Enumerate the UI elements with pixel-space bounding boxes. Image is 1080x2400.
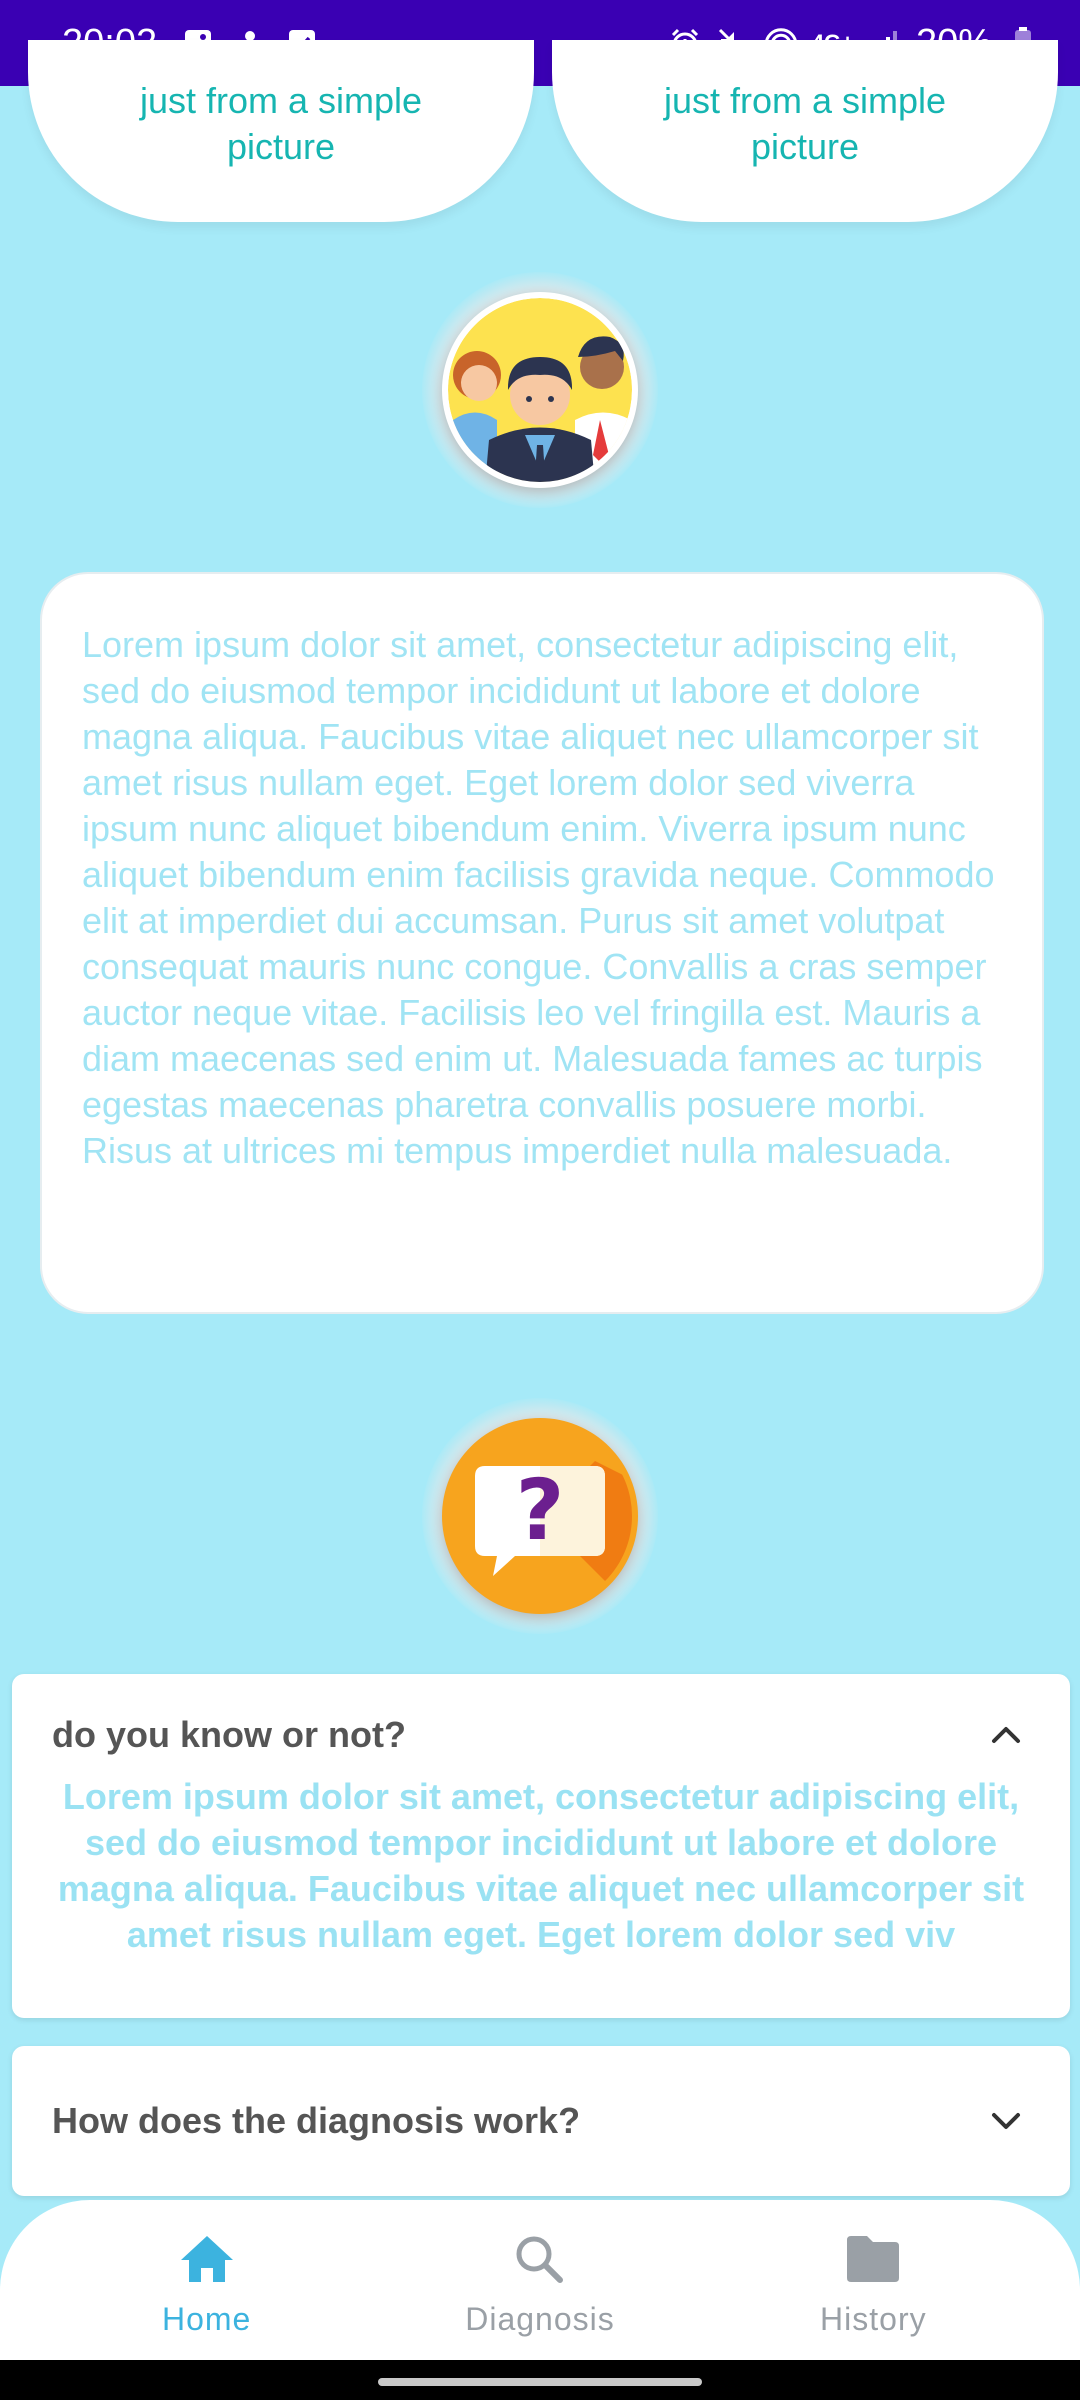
faq-question: do you know or not?	[52, 1714, 406, 1755]
chevron-down-icon[interactable]	[982, 2097, 1030, 2145]
about-paragraph: Lorem ipsum dolor sit amet, consectetur …	[82, 624, 995, 1171]
gesture-bar	[0, 2360, 1080, 2400]
feature-card-left: just from a simple picture	[28, 40, 534, 222]
search-icon	[510, 2232, 570, 2291]
faq-item-expanded[interactable]: do you know or not? Lorem ipsum dolor si…	[12, 1674, 1070, 2018]
feature-card-text-line1: just from a simple	[663, 80, 947, 121]
feature-card-text-line1: just from a simple	[139, 80, 423, 121]
feature-card-text-line2: picture	[226, 126, 336, 167]
bottom-navigation: Home Diagnosis History	[0, 2200, 1080, 2360]
svg-text:?: ?	[516, 1461, 565, 1559]
chevron-up-icon[interactable]	[982, 1711, 1030, 1759]
nav-item-diagnosis[interactable]: Diagnosis	[410, 2232, 670, 2338]
feature-card-text-line2: picture	[750, 126, 860, 167]
home-gesture-handle[interactable]	[378, 2378, 702, 2386]
home-icon	[177, 2232, 237, 2291]
folder-icon	[843, 2232, 903, 2291]
people-group-icon	[448, 298, 632, 482]
about-card: Lorem ipsum dolor sit amet, consectetur …	[40, 572, 1044, 1314]
question-avatar: ?	[422, 1398, 658, 1634]
nav-item-history[interactable]: History	[743, 2232, 1003, 2338]
people-avatar	[422, 272, 658, 508]
faq-item-collapsed[interactable]: How does the diagnosis work?	[12, 2046, 1070, 2196]
nav-label-home: Home	[161, 2301, 252, 2337]
nav-label-diagnosis: Diagnosis	[465, 2301, 615, 2337]
nav-item-home[interactable]: Home	[77, 2232, 337, 2338]
faq-answer: Lorem ipsum dolor sit amet, consectetur …	[57, 1776, 1025, 1955]
feature-card-right: just from a simple picture	[552, 40, 1058, 222]
nav-label-history: History	[820, 2301, 927, 2337]
question-mark-icon: ?	[448, 1424, 632, 1608]
faq-question: How does the diagnosis work?	[52, 2100, 581, 2141]
